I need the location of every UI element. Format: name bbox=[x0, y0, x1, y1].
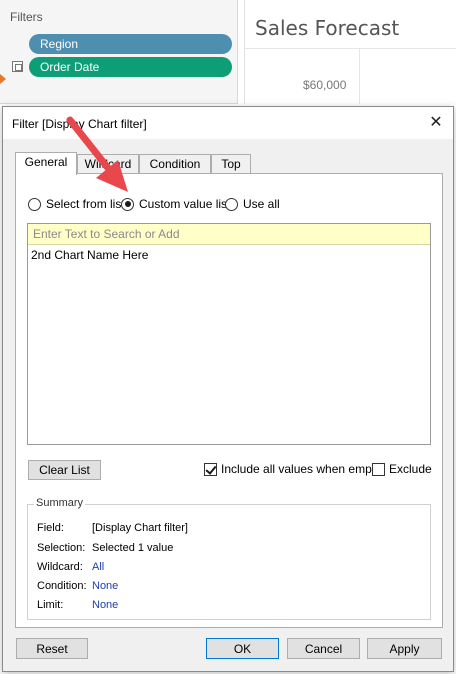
clear-list-button[interactable]: Clear List bbox=[28, 460, 101, 480]
checkbox-label: Include all values when empty bbox=[221, 462, 382, 476]
radio-dot[interactable] bbox=[225, 197, 238, 211]
search-input[interactable] bbox=[28, 224, 430, 245]
filters-shelf: Filters Region Order Date bbox=[0, 0, 238, 104]
ok-button[interactable]: OK bbox=[206, 638, 279, 659]
calendar-icon bbox=[12, 61, 23, 72]
summary-link-condition[interactable]: None bbox=[92, 580, 118, 592]
custom-value-list[interactable]: 2nd Chart Name Here bbox=[27, 223, 431, 445]
summary-link-limit[interactable]: None bbox=[92, 599, 118, 611]
tab-condition[interactable]: Condition bbox=[139, 154, 211, 174]
general-tab-panel: Select from list Custom value list Use a… bbox=[15, 173, 443, 628]
chart-axis-line bbox=[359, 48, 360, 104]
summary-title: Summary bbox=[34, 497, 86, 509]
summary-key: Field: bbox=[37, 522, 64, 534]
cancel-button[interactable]: Cancel bbox=[287, 638, 360, 659]
summary-link-wildcard[interactable]: All bbox=[92, 561, 104, 573]
tab-general[interactable]: General bbox=[15, 152, 77, 175]
radio-select-from-list[interactable]: Select from list bbox=[28, 197, 125, 211]
chart-title: Sales Forecast bbox=[255, 16, 400, 40]
drop-marker-icon bbox=[0, 74, 6, 84]
filter-pill-region[interactable]: Region bbox=[29, 34, 232, 54]
exclude-checkbox[interactable]: Exclude bbox=[372, 462, 432, 476]
radio-label: Custom value list bbox=[139, 197, 231, 211]
include-all-checkbox[interactable]: Include all values when empty bbox=[204, 462, 381, 476]
summary-row-field: Field: [Display Chart filter] bbox=[37, 522, 188, 534]
radio-label: Use all bbox=[243, 197, 280, 211]
summary-row-wildcard: Wildcard: All bbox=[37, 561, 104, 573]
radio-custom-value-list[interactable]: Custom value list bbox=[121, 197, 230, 211]
checkbox-box[interactable] bbox=[204, 462, 217, 476]
radio-label: Select from list bbox=[46, 197, 125, 211]
checkbox-box[interactable] bbox=[372, 462, 385, 476]
summary-row-selection: Selection: Selected 1 value bbox=[37, 542, 173, 554]
apply-button[interactable]: Apply bbox=[367, 638, 442, 659]
summary-key: Limit: bbox=[37, 599, 64, 611]
radio-dot[interactable] bbox=[121, 197, 134, 211]
chart-gridline bbox=[245, 48, 456, 49]
radio-use-all[interactable]: Use all bbox=[225, 197, 280, 211]
radio-dot[interactable] bbox=[28, 197, 41, 211]
dialog-titlebar[interactable]: Filter [Display Chart filter] ✕ bbox=[3, 107, 453, 139]
list-item[interactable]: 2nd Chart Name Here bbox=[31, 248, 148, 262]
filter-dialog: Filter [Display Chart filter] ✕ General … bbox=[2, 106, 454, 672]
chart-y-tick: $60,000 bbox=[303, 78, 347, 92]
summary-row-condition: Condition: None bbox=[37, 580, 118, 592]
summary-value: Selected 1 value bbox=[92, 542, 174, 554]
summary-key: Wildcard: bbox=[37, 561, 83, 573]
tab-wildcard[interactable]: Wildcard bbox=[77, 154, 139, 174]
filter-pill-order-date[interactable]: Order Date bbox=[29, 57, 232, 77]
dialog-title: Filter [Display Chart filter] bbox=[12, 117, 147, 131]
reset-button[interactable]: Reset bbox=[16, 638, 88, 659]
summary-row-limit: Limit: None bbox=[37, 599, 118, 611]
summary-key: Condition: bbox=[37, 580, 87, 592]
summary-group: Summary Field: [Display Chart filter] Sel… bbox=[27, 497, 431, 620]
close-icon[interactable]: ✕ bbox=[427, 114, 445, 132]
checkbox-label: Exclude bbox=[389, 462, 432, 476]
summary-key: Selection: bbox=[37, 542, 86, 554]
tab-top[interactable]: Top bbox=[211, 154, 251, 174]
filters-title: Filters bbox=[10, 10, 43, 24]
summary-value: [Display Chart filter] bbox=[92, 522, 188, 534]
chart-area: Sales Forecast $60,000 bbox=[244, 0, 456, 104]
